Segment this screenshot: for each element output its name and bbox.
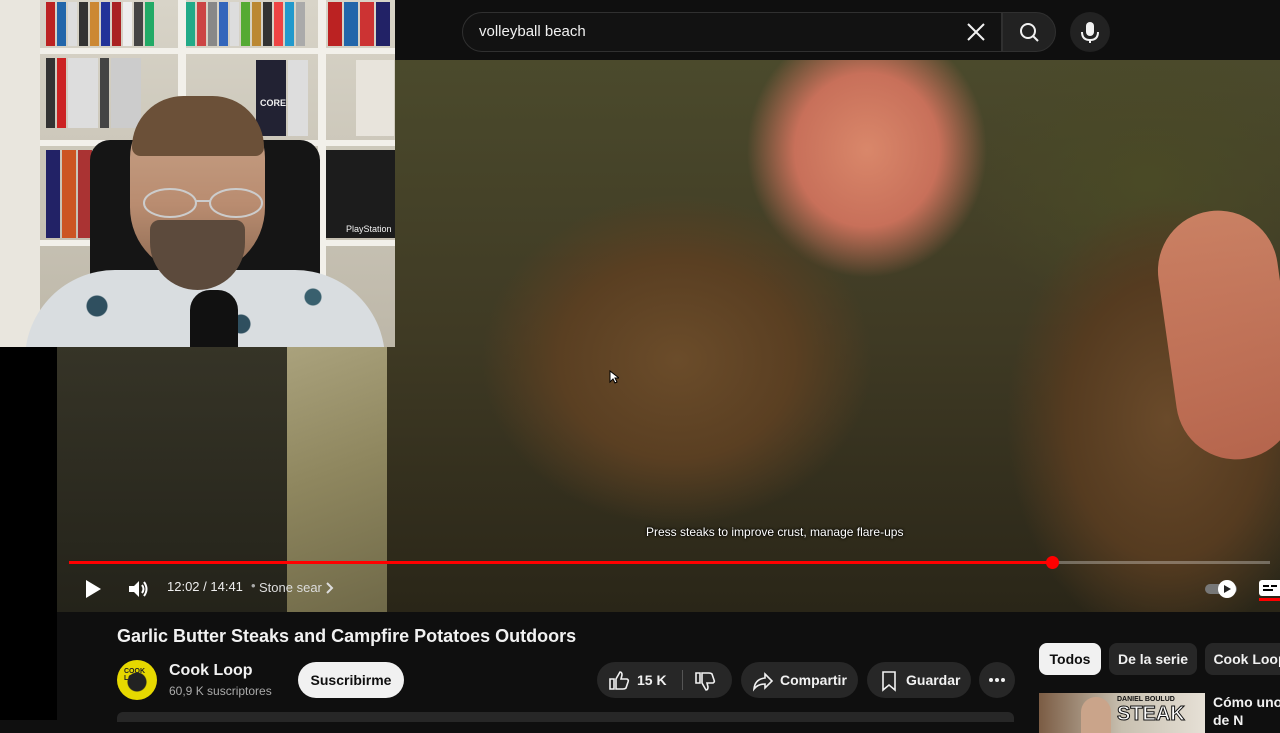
game-row	[328, 2, 390, 46]
subscribe-button[interactable]: Suscribirme	[298, 662, 404, 698]
description-box[interactable]	[117, 712, 1014, 722]
streamer-microphone	[190, 290, 238, 347]
time-display: 12:02 / 14:41	[167, 579, 243, 594]
game-row	[186, 2, 305, 46]
channel-avatar-text: COOK LOOP	[124, 668, 145, 682]
shelf-board	[40, 48, 395, 54]
related-video-title[interactable]: Cómo uno	[1213, 694, 1280, 710]
thumbs-up-icon[interactable]	[607, 669, 631, 693]
channel-avatar[interactable]: COOK LOOP	[117, 660, 157, 700]
chip-all[interactable]: Todos	[1039, 643, 1101, 675]
volume-button[interactable]	[123, 574, 153, 604]
save-label: Guardar	[906, 672, 961, 688]
bookmark-icon	[882, 671, 896, 692]
like-divider	[682, 670, 683, 690]
subscriber-count: 60,9 K suscriptores	[169, 684, 272, 698]
shelf-label: PlayStation	[346, 224, 392, 234]
play-button[interactable]	[77, 574, 107, 604]
search-icon	[1020, 23, 1039, 42]
close-icon	[967, 23, 985, 41]
chip-from-series[interactable]: De la serie	[1109, 643, 1197, 675]
search-input[interactable]: volleyball beach	[462, 12, 1002, 52]
volume-icon	[129, 581, 148, 597]
webcam-overlay: CORE PlayStation	[0, 0, 395, 347]
clear-search-button[interactable]	[960, 16, 992, 48]
related-video-thumbnail[interactable]: DANIEL BOULUD STEAK	[1039, 693, 1205, 733]
like-dislike-group: 15 K	[597, 662, 732, 698]
share-label: Compartir	[780, 672, 847, 688]
chip-channel[interactable]: Cook Loop	[1205, 643, 1280, 675]
search-query-text: volleyball beach	[479, 23, 586, 40]
progress-bar-played	[69, 561, 1052, 564]
channel-name[interactable]: Cook Loop	[169, 662, 253, 680]
thumbs-down-icon[interactable]	[693, 669, 717, 693]
share-icon	[752, 672, 774, 692]
progress-scrubber-handle[interactable]	[1046, 556, 1059, 569]
thumbnail-subtext: DANIEL BOULUD	[1117, 696, 1175, 703]
chapter-title[interactable]: Stone sear	[259, 580, 322, 595]
like-count[interactable]: 15 K	[637, 672, 667, 688]
voice-search-button[interactable]	[1070, 12, 1110, 52]
game-row	[46, 58, 141, 128]
related-video-title-line2[interactable]: de N	[1213, 712, 1243, 728]
search-button[interactable]	[1002, 12, 1056, 52]
shelf-column	[0, 0, 40, 347]
autoplay-toggle-icon[interactable]	[1203, 578, 1239, 600]
chevron-right-icon[interactable]	[325, 581, 335, 595]
progress-bar[interactable]	[69, 556, 1270, 569]
save-button[interactable]: Guardar	[867, 662, 971, 698]
thumbnail-big-text: STEAK	[1117, 703, 1186, 726]
captions-icon[interactable]	[1257, 576, 1280, 602]
game-row	[46, 2, 154, 46]
share-button[interactable]: Compartir	[741, 662, 858, 698]
console-box	[356, 60, 394, 136]
caption-text: Press steaks to improve crust, manage fl…	[646, 525, 904, 539]
player-controls: 12:02 / 14:41 • Stone sear	[57, 570, 1280, 608]
more-horizontal-icon	[989, 678, 1005, 682]
game-row	[46, 150, 92, 238]
mouse-cursor-icon	[609, 370, 619, 384]
streamer-hair	[132, 96, 264, 156]
glasses-icon	[143, 188, 263, 218]
more-actions-button[interactable]	[979, 662, 1015, 698]
play-icon	[86, 580, 101, 598]
chapter-separator: •	[251, 578, 256, 593]
shelf-label: CORE	[260, 98, 287, 108]
microphone-icon	[1081, 22, 1099, 43]
video-title: Garlic Butter Steaks and Campfire Potato…	[117, 626, 577, 646]
thumbnail-chef-figure	[1081, 697, 1111, 733]
hand-in-frame	[1150, 202, 1280, 468]
